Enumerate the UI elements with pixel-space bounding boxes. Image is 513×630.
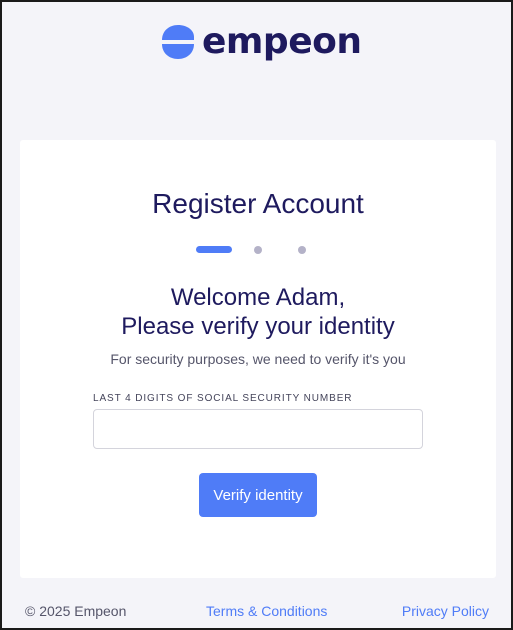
page-title: Register Account: [152, 188, 364, 219]
page-frame: empeon Register Account Welcome Adam, Pl…: [0, 0, 513, 630]
welcome-line-1: Welcome Adam,: [170, 284, 346, 311]
ssn-last4-input[interactable]: [93, 409, 423, 449]
step-2-dot: [254, 246, 262, 254]
terms-link[interactable]: Terms & Conditions: [206, 602, 327, 620]
step-indicator: [20, 246, 496, 254]
step-3-dot: [298, 246, 306, 254]
privacy-link[interactable]: Privacy Policy: [402, 602, 489, 620]
empeon-logo: empeon: [162, 21, 362, 62]
step-1-active: [196, 246, 232, 253]
register-card: Register Account Welcome Adam, Please ve…: [20, 140, 496, 578]
ssn-field-label: LAST 4 DIGITS OF SOCIAL SECURITY NUMBER: [93, 393, 353, 404]
verify-identity-button[interactable]: Verify identity: [199, 473, 317, 517]
empeon-logo-icon: [162, 25, 194, 59]
welcome-line-2: Please verify your identity: [121, 313, 395, 340]
brand-name: empeon: [202, 21, 362, 62]
footer: © 2025 Empeon Terms & Conditions Privacy…: [2, 602, 511, 622]
copyright-text: © 2025 Empeon: [25, 603, 127, 619]
welcome-heading: Welcome Adam, Please verify your identit…: [20, 283, 496, 341]
security-subtitle: For security purposes, we need to verify…: [110, 351, 406, 367]
